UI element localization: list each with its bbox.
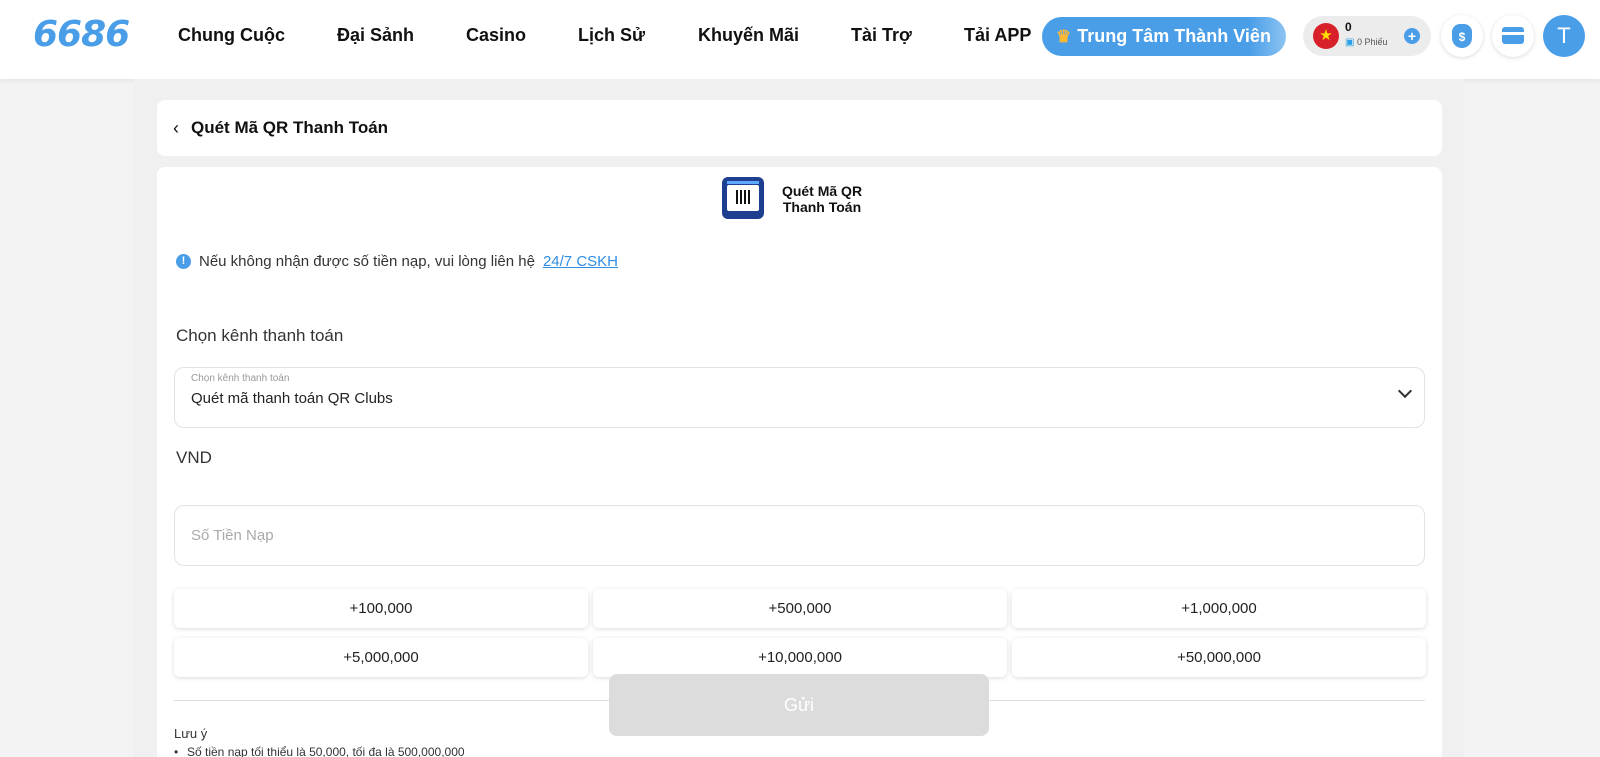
member-center-button[interactable]: ♛ Trung Tâm Thành Viên: [1042, 17, 1286, 56]
card-icon: [1502, 27, 1524, 44]
info-icon: !: [176, 254, 191, 269]
wallet-balance: ★ 0 ▣ 0 Phiếu +: [1303, 16, 1431, 56]
amount-chip-50000000[interactable]: +50,000,000: [1012, 638, 1426, 677]
chevron-down-icon: [1397, 383, 1413, 399]
amount-chip-1000000[interactable]: +1,000,000: [1012, 589, 1426, 628]
nav-khuyen-mai[interactable]: Khuyến Mãi: [698, 25, 799, 46]
amount-chip-5000000[interactable]: +5,000,000: [174, 638, 588, 677]
note-title: Lưu ý: [174, 726, 208, 741]
vietnam-flag-icon: ★: [1313, 23, 1339, 49]
balance-amount: 0: [1345, 20, 1352, 34]
amount-chip-100000[interactable]: +100,000: [174, 589, 588, 628]
channel-label: Chọn kênh thanh toán: [176, 326, 344, 345]
amount-chip-10000000[interactable]: +10,000,000: [593, 638, 1007, 677]
site-logo[interactable]: 6686: [33, 14, 130, 55]
member-center-label: Trung Tâm Thành Viên: [1077, 26, 1271, 46]
crown-icon: ♛: [1056, 26, 1072, 46]
notice-text: Nếu không nhận được số tiền nạp, vui lòn…: [199, 253, 535, 270]
ticket-count: ▣ 0 Phiếu: [1345, 37, 1388, 48]
avatar[interactable]: T: [1543, 15, 1585, 57]
amount-chip-500000[interactable]: +500,000: [593, 589, 1007, 628]
nav-tai-tro[interactable]: Tài Trợ: [851, 25, 912, 46]
nav-lich-su[interactable]: Lịch Sử: [578, 25, 645, 46]
page-title-bar: ‹ Quét Mã QR Thanh Toán: [157, 100, 1442, 156]
note-item: Số tiền nạp tối thiểu là 50,000, tối đa …: [174, 745, 465, 757]
card-button[interactable]: [1492, 15, 1534, 57]
page-title: Quét Mã QR Thanh Toán: [191, 118, 389, 137]
nav-casino[interactable]: Casino: [466, 25, 526, 46]
submit-button[interactable]: Gửi: [609, 674, 989, 736]
nav-dai-sanh[interactable]: Đại Sảnh: [337, 25, 414, 46]
nav-tai-app[interactable]: Tải APP: [964, 25, 1031, 46]
add-funds-button[interactable]: +: [1404, 28, 1420, 44]
money-bag-icon: $: [1452, 24, 1472, 48]
payment-channel-select[interactable]: Chọn kênh thanh toán Quét mã thanh toán …: [174, 367, 1425, 428]
payment-method-tabs: Quét Mã QR Thanh Toán: [157, 167, 1442, 229]
select-caption: Chọn kênh thanh toán: [191, 373, 290, 384]
nav-chung-cuoc[interactable]: Chung Cuộc: [178, 25, 285, 46]
notice-message: ! Nếu không nhận được số tiền nạp, vui l…: [176, 253, 618, 270]
payment-method-label[interactable]: Quét Mã QR Thanh Toán: [772, 183, 872, 215]
money-bag-button[interactable]: $: [1441, 15, 1483, 57]
deposit-form: ! Nếu không nhận được số tiền nạp, vui l…: [157, 229, 1442, 757]
chevron-left-icon[interactable]: ‹: [173, 118, 179, 139]
ticket-label: 0 Phiếu: [1356, 37, 1388, 47]
ticket-icon: ▣: [1345, 37, 1355, 48]
top-header: 6686 Chung Cuộc Đại Sảnh Casino Lịch Sử …: [0, 0, 1600, 79]
support-link[interactable]: 24/7 CSKH: [543, 253, 618, 270]
select-value: Quét mã thanh toán QR Clubs: [191, 390, 393, 407]
qr-code-icon[interactable]: [722, 177, 764, 219]
currency-label: VND: [176, 448, 212, 467]
amount-input[interactable]: [174, 505, 1425, 566]
